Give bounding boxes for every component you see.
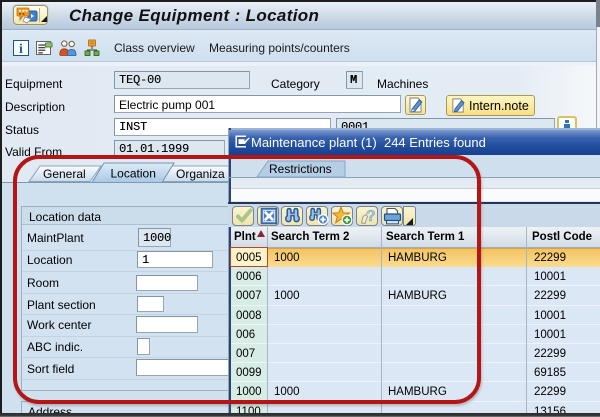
svg-text:i: i: [19, 42, 23, 56]
